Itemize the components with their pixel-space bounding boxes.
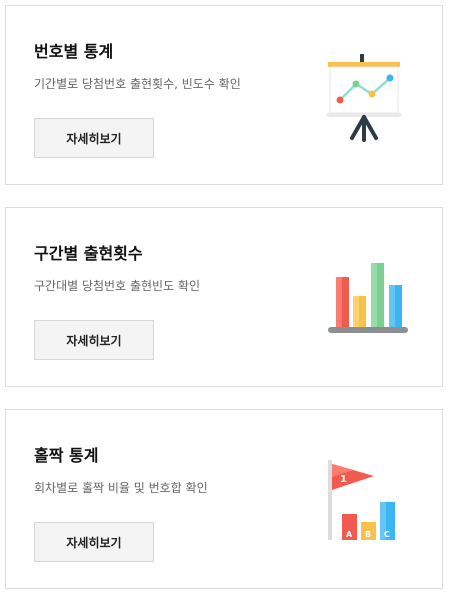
card-number-stats: 번호별 통계 기간별로 당첨번호 출현횟수, 빈도수 확인 자세히보기	[5, 5, 443, 185]
presentation-chart-icon	[327, 54, 401, 142]
detail-button[interactable]: 자세히보기	[34, 118, 154, 158]
card-description: 회차별로 홀짝 비율 및 번호합 확인	[34, 481, 208, 495]
detail-button[interactable]: 자세히보기	[34, 320, 154, 360]
card-title: 구간별 출현횟수	[34, 244, 143, 263]
card-description: 기간별로 당첨번호 출현횟수, 빈도수 확인	[34, 77, 241, 91]
detail-button[interactable]: 자세히보기	[34, 522, 154, 562]
bar-label-b: B	[365, 530, 371, 539]
card-description: 구간대별 당첨번호 출현빈도 확인	[34, 279, 201, 293]
bar-label-c: C	[384, 530, 390, 539]
card-range-frequency: 구간별 출현횟수 구간대별 당첨번호 출현빈도 확인 자세히보기	[5, 207, 443, 387]
bar-chart-icon	[328, 263, 408, 333]
card-title: 번호별 통계	[34, 42, 114, 61]
card-odd-even-stats: 홀짝 통계 회차별로 홀짝 비율 및 번호합 확인 자세히보기 1 A B C	[5, 409, 443, 589]
flag-abc-chart-icon: 1 A B C	[328, 460, 395, 540]
flag-label: 1	[340, 474, 347, 485]
card-title: 홀짝 통계	[34, 446, 99, 465]
bar-label-a: A	[346, 530, 353, 539]
